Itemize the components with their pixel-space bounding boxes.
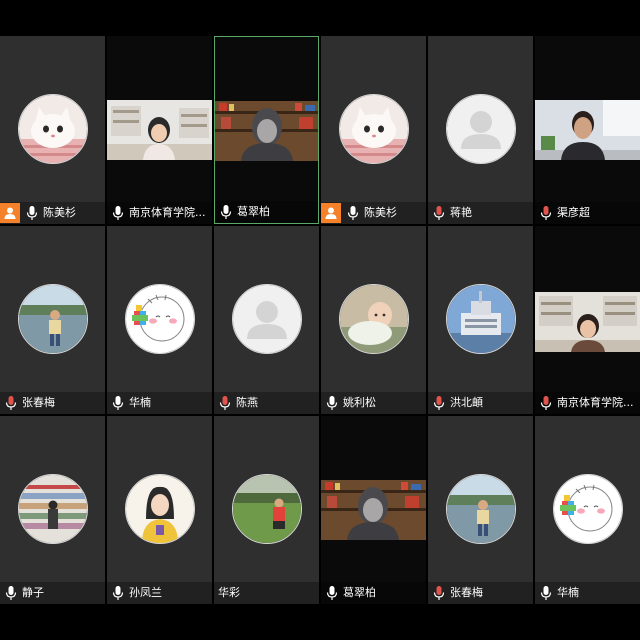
participant-nameplate: 南京体育学院... xyxy=(535,392,640,414)
participant-name: 张春梅 xyxy=(450,586,483,599)
mic-muted-icon xyxy=(432,205,446,221)
participant-tile[interactable]: 葛翠柏 xyxy=(321,416,426,604)
participant-name: 蒋艳 xyxy=(450,206,472,219)
participant-nameplate: 孙凤兰 xyxy=(107,582,212,604)
participant-nameplate: 南京体育学院... xyxy=(107,202,212,224)
participant-tile[interactable]: 张春梅 xyxy=(428,416,533,604)
participant-tile[interactable]: 陈燕 xyxy=(214,226,319,414)
participant-name: 陈美杉 xyxy=(43,206,76,219)
participant-name: 孙凤兰 xyxy=(129,586,162,599)
baby-photo-avatar xyxy=(338,284,409,354)
participant-name: 华彩 xyxy=(218,586,240,599)
participant-tile[interactable]: 华彩 xyxy=(214,416,319,604)
participant-nameplate: 华楠 xyxy=(535,582,640,604)
participant-name: 南京体育学院... xyxy=(129,206,206,219)
mic-icon xyxy=(539,585,553,601)
cat-photo-avatar xyxy=(17,94,88,164)
participant-nameplate: 陈美杉 xyxy=(321,202,426,224)
participant-nameplate: 葛翠柏 xyxy=(215,201,318,223)
participant-nameplate: 陈燕 xyxy=(214,392,319,414)
mic-muted-icon xyxy=(539,205,553,221)
mic-icon xyxy=(325,395,339,411)
participant-tile[interactable]: 孙凤兰 xyxy=(107,416,212,604)
host-badge-icon xyxy=(0,203,20,223)
cat-photo-avatar xyxy=(338,94,409,164)
participant-tile[interactable]: 华楠 xyxy=(535,416,640,604)
mic-icon xyxy=(4,585,18,601)
mic-icon xyxy=(219,204,233,220)
participant-name: 静子 xyxy=(22,586,44,599)
video-person-bookshelf xyxy=(321,480,426,540)
mic-icon xyxy=(111,395,125,411)
participant-tile[interactable]: 静子 xyxy=(0,416,105,604)
participant-name: 陈燕 xyxy=(236,396,258,409)
cartoon-face-avatar xyxy=(552,474,623,544)
participant-name: 华楠 xyxy=(129,396,151,409)
mic-muted-icon xyxy=(432,395,446,411)
mic-muted-icon xyxy=(218,395,232,411)
mic-muted-icon xyxy=(539,395,553,411)
cartoon-girl-avatar xyxy=(124,474,195,544)
participant-name: 南京体育学院... xyxy=(557,396,634,409)
mic-icon xyxy=(111,205,125,221)
mic-icon xyxy=(325,585,339,601)
video-person-bookshelf xyxy=(215,101,318,161)
library-photo-avatar xyxy=(17,474,88,544)
participant-tile[interactable]: 蒋艳 xyxy=(428,36,533,224)
participant-name: 洪北頔 xyxy=(450,396,483,409)
participant-name: 华楠 xyxy=(557,586,579,599)
participant-tile[interactable]: 葛翠柏 xyxy=(214,36,319,224)
mic-icon xyxy=(25,205,39,221)
participant-tile[interactable]: 华楠 xyxy=(107,226,212,414)
default-avatar xyxy=(231,284,302,354)
participant-nameplate: 华彩 xyxy=(214,582,319,604)
ship-photo-avatar xyxy=(445,284,516,354)
cartoon-face-avatar xyxy=(124,284,195,354)
participant-name: 葛翠柏 xyxy=(237,205,270,218)
participant-tile[interactable]: 洪北頔 xyxy=(428,226,533,414)
participant-nameplate: 张春梅 xyxy=(428,582,533,604)
lawn-photo-avatar xyxy=(231,474,302,544)
participant-name: 葛翠柏 xyxy=(343,586,376,599)
participant-tile[interactable]: 南京体育学院... xyxy=(535,226,640,414)
participant-nameplate: 华楠 xyxy=(107,392,212,414)
participant-nameplate: 陈美杉 xyxy=(0,202,105,224)
participant-nameplate: 静子 xyxy=(0,582,105,604)
participant-tile[interactable]: 陈美杉 xyxy=(0,36,105,224)
participant-name: 渠彦超 xyxy=(557,206,590,219)
default-avatar xyxy=(445,94,516,164)
video-woman-office xyxy=(535,292,640,352)
participant-nameplate: 葛翠柏 xyxy=(321,582,426,604)
participant-nameplate: 张春梅 xyxy=(0,392,105,414)
video-man-room xyxy=(535,100,640,160)
child-lake-avatar xyxy=(17,284,88,354)
mic-muted-icon xyxy=(432,585,446,601)
mic-muted-icon xyxy=(4,395,18,411)
participant-name: 张春梅 xyxy=(22,396,55,409)
mic-icon xyxy=(346,205,360,221)
participant-nameplate: 洪北頔 xyxy=(428,392,533,414)
participant-tile[interactable]: 陈美杉 xyxy=(321,36,426,224)
participant-tile[interactable]: 渠彦超 xyxy=(535,36,640,224)
participant-tile[interactable]: 南京体育学院... xyxy=(107,36,212,224)
video-girl-office xyxy=(107,100,212,160)
mic-icon xyxy=(111,585,125,601)
participant-nameplate: 渠彦超 xyxy=(535,202,640,224)
host-badge-icon xyxy=(321,203,341,223)
participant-nameplate: 姚利松 xyxy=(321,392,426,414)
participant-name: 姚利松 xyxy=(343,396,376,409)
video-conference-gallery: 陈美杉 南京体育学院... 葛翠柏 陈美杉 蒋艳 渠彦超 张春梅 华楠 陈燕 姚… xyxy=(0,0,640,640)
participant-tile[interactable]: 张春梅 xyxy=(0,226,105,414)
participant-nameplate: 蒋艳 xyxy=(428,202,533,224)
participant-tile[interactable]: 姚利松 xyxy=(321,226,426,414)
participant-name: 陈美杉 xyxy=(364,206,397,219)
child-lake-avatar xyxy=(445,474,516,544)
